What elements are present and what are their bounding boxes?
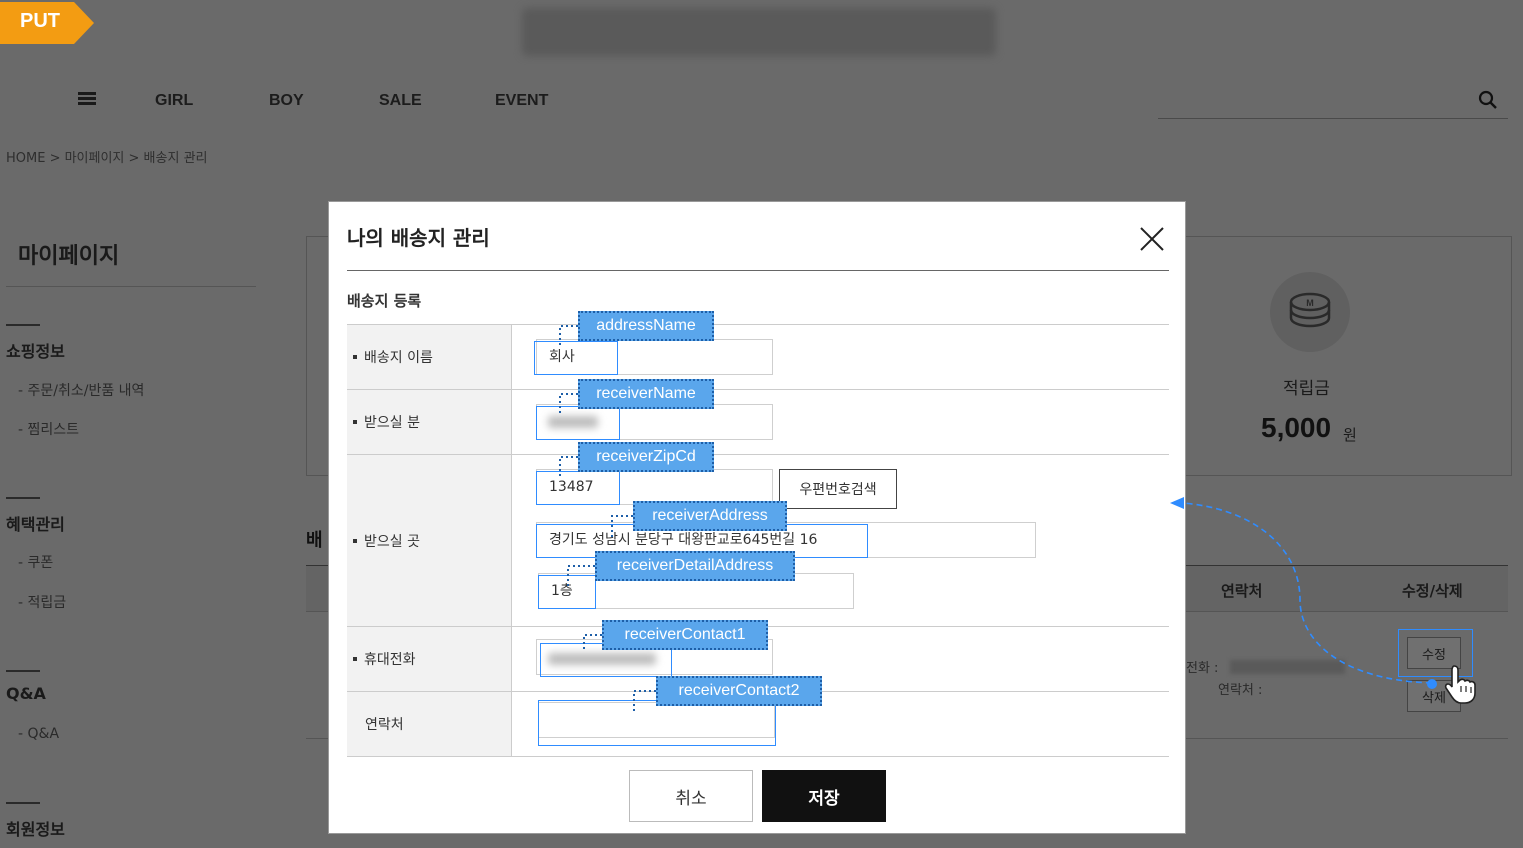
mypage-title: 마이페이지 xyxy=(18,244,120,269)
bullet-icon xyxy=(353,657,357,661)
form-label: 받으실 곳 xyxy=(347,455,512,626)
form-row-receiver-place: 받으실 곳 13487 우편번호검색 경기도 성남시 분당구 대왕판교로645번… xyxy=(347,455,1169,627)
sidebar-section-member: 회원정보 xyxy=(6,820,65,839)
sidebar-section-shopping: 쇼핑정보 xyxy=(6,342,65,361)
annotation-receiver-detail-address: receiverDetailAddress xyxy=(595,551,795,581)
cancel-button[interactable]: 취소 xyxy=(629,770,753,822)
receiver-place-label: 받으실 곳 xyxy=(364,533,420,550)
edit-button-highlight xyxy=(1398,629,1473,677)
contact-input[interactable] xyxy=(538,702,775,738)
sidebar-item-wishlist[interactable]: - 찜리스트 xyxy=(18,419,79,439)
badge-label: PUT xyxy=(20,10,60,32)
bullet-icon xyxy=(353,420,357,424)
blurred-mobile xyxy=(548,653,656,665)
form-label: 받으실 분 xyxy=(347,390,512,454)
delete-button[interactable]: 삭제 xyxy=(1407,680,1461,712)
sidebar-item-orders[interactable]: - 주문/취소/반품 내역 xyxy=(18,380,144,400)
form-label: 휴대전화 xyxy=(347,627,512,691)
blurred-receiver-name xyxy=(548,416,598,428)
row-phone-label: 전화 : xyxy=(1186,661,1219,676)
receiver-name-label: 받으실 분 xyxy=(364,415,420,431)
bullet-icon xyxy=(353,538,357,543)
coin-icon: M xyxy=(1270,272,1350,352)
zipcode-input[interactable]: 13487 xyxy=(536,469,773,505)
row-contact-label: 연락처 : xyxy=(1218,683,1263,698)
zipcode-search-button[interactable]: 우편번호검색 xyxy=(779,469,897,509)
points-label: 적립금 xyxy=(1283,379,1330,399)
sidebar-section-qna: Q&A xyxy=(6,684,46,703)
form-row-address-name: 배송지 이름 회사 xyxy=(347,325,1169,390)
annotation-receiver-contact2: receiverContact2 xyxy=(656,676,822,706)
modal-title: 나의 배송지 관리 xyxy=(347,226,490,250)
http-method-badge: PUT xyxy=(0,2,94,44)
divider xyxy=(347,270,1169,271)
form-cell xyxy=(512,692,1169,756)
form-label: 배송지 이름 xyxy=(347,325,512,389)
close-icon[interactable] xyxy=(1137,224,1167,254)
divider xyxy=(6,670,40,672)
divider xyxy=(6,802,40,804)
sidebar-item-qna[interactable]: - Q&A xyxy=(18,726,59,742)
column-header-edit: 수정/삭제 xyxy=(1402,582,1463,600)
svg-text:M: M xyxy=(1306,298,1314,308)
nav-item-girl[interactable]: GIRL xyxy=(155,92,193,110)
nav-item-sale[interactable]: SALE xyxy=(379,92,422,110)
points-value: 5,000 xyxy=(1261,412,1332,443)
column-header-contact: 연락처 xyxy=(1221,582,1263,600)
breadcrumb: HOME > 마이페이지 > 배송지 관리 xyxy=(6,151,208,166)
sidebar-section-benefits: 혜택관리 xyxy=(6,515,65,534)
divider xyxy=(6,286,256,287)
annotation-address-name: addressName xyxy=(578,311,714,341)
form-label: 연락처 xyxy=(347,692,512,756)
address-name-label: 배송지 이름 xyxy=(364,350,433,366)
search-icon[interactable] xyxy=(1478,90,1498,110)
save-button[interactable]: 저장 xyxy=(762,770,886,822)
blurred-phone xyxy=(1230,660,1345,674)
form-row-receiver-name: 받으실 분 xyxy=(347,390,1169,455)
sidebar-item-points[interactable]: - 적립금 xyxy=(18,592,66,612)
sidebar-item-coupon[interactable]: - 쿠폰 xyxy=(18,552,53,572)
menu-icon[interactable] xyxy=(78,92,96,106)
annotation-receiver-address: receiverAddress xyxy=(633,501,787,531)
contact-label: 연락처 xyxy=(365,717,404,733)
section-title: 배송지 등록 xyxy=(347,292,422,310)
points-unit: 원 xyxy=(1343,426,1357,444)
search-input[interactable] xyxy=(1158,118,1508,119)
divider xyxy=(6,497,40,499)
divider xyxy=(6,324,40,326)
blurred-logo xyxy=(522,8,996,56)
annotation-receiver-zip: receiverZipCd xyxy=(578,442,714,472)
address-name-input[interactable]: 회사 xyxy=(536,339,773,375)
annotation-receiver-name: receiverName xyxy=(578,379,714,409)
bullet-icon xyxy=(353,355,357,359)
nav-item-boy[interactable]: BOY xyxy=(269,92,304,110)
address-list-heading: 배 xyxy=(306,530,323,551)
mobile-label: 휴대전화 xyxy=(364,652,416,668)
nav-item-event[interactable]: EVENT xyxy=(495,92,548,110)
form-cell: 13487 우편번호검색 경기도 성남시 분당구 대왕판교로645번길 16 1… xyxy=(512,455,1169,626)
annotation-receiver-contact1: receiverContact1 xyxy=(602,620,768,650)
